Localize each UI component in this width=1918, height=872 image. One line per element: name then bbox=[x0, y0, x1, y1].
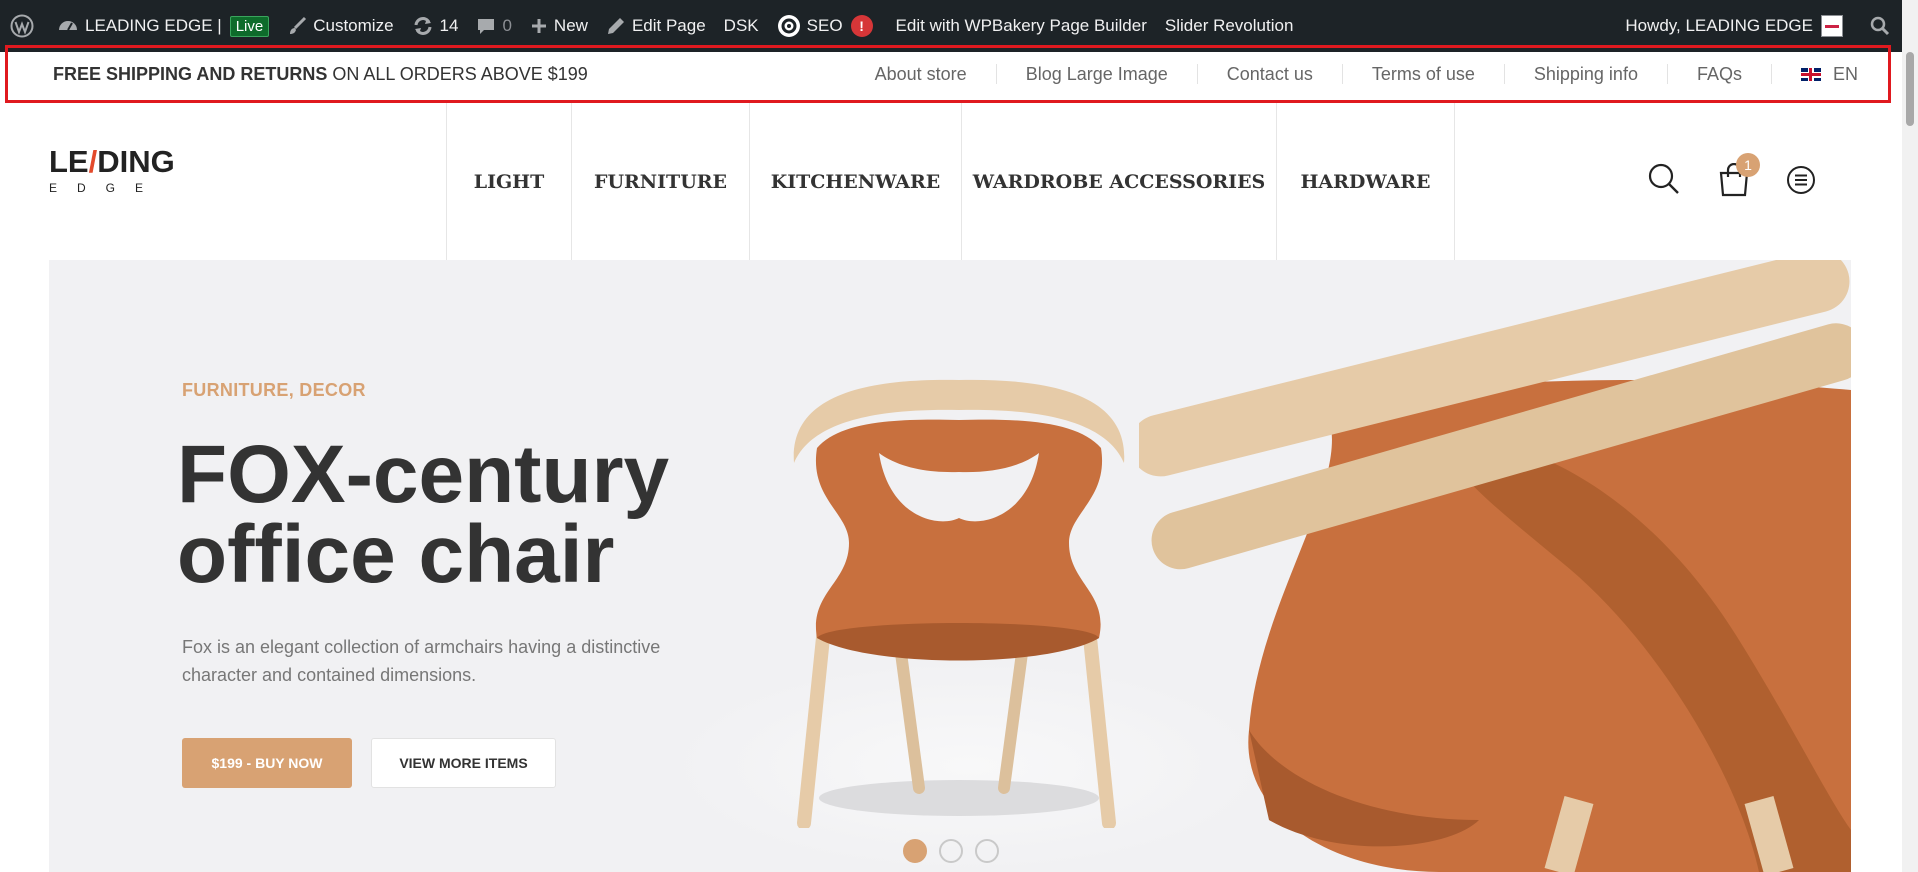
hero-title-line-2: office chair bbox=[177, 509, 615, 600]
main-navigation: LIGHT FURNITURE KITCHENWARE WARDROBE ACC… bbox=[446, 103, 1455, 260]
search-icon bbox=[1870, 16, 1890, 36]
slider-dot-2[interactable] bbox=[939, 839, 963, 863]
shipping-info-link[interactable]: Shipping info bbox=[1503, 64, 1667, 84]
promo-text: ON ALL ORDERS ABOVE $199 bbox=[327, 63, 588, 84]
live-badge: Live bbox=[229, 15, 270, 37]
slider-pagination bbox=[903, 839, 1011, 863]
seo-gear-icon bbox=[777, 15, 800, 37]
chair-image-large bbox=[1139, 260, 1851, 872]
logo-subtitle: EDGE bbox=[49, 181, 164, 195]
language-label: EN bbox=[1832, 64, 1858, 84]
seo-notification-badge: ! bbox=[850, 15, 873, 37]
updates-count: 14 bbox=[439, 16, 459, 35]
logo-wordmark: LE/DING bbox=[49, 144, 175, 179]
menu-button[interactable] bbox=[1786, 165, 1816, 200]
nav-item-furniture[interactable]: FURNITURE bbox=[571, 103, 749, 260]
avatar bbox=[1821, 15, 1843, 37]
top-info-bar: FREE SHIPPING AND RETURNS ON ALL ORDERS … bbox=[5, 45, 1891, 103]
howdy-label: Howdy, LEADING EDGE bbox=[1625, 16, 1813, 35]
slider-revolution-label: Slider Revolution bbox=[1164, 16, 1294, 35]
hero-slider: FURNITURE, DECOR FOX-century office chai… bbox=[49, 260, 1851, 872]
hero-category[interactable]: FURNITURE, DECOR bbox=[182, 380, 366, 401]
nav-item-kitchenware[interactable]: KITCHENWARE bbox=[749, 103, 961, 260]
search-icon bbox=[1648, 163, 1679, 194]
top-links: About store Blog Large Image Contact us … bbox=[846, 48, 1858, 100]
nav-item-light[interactable]: LIGHT bbox=[446, 103, 571, 260]
dashboard-icon bbox=[59, 21, 77, 31]
wpbakery-label: Edit with WPBakery Page Builder bbox=[895, 16, 1147, 35]
comment-icon bbox=[478, 19, 495, 34]
slider-dot-3[interactable] bbox=[975, 839, 999, 863]
chair-image-small bbox=[793, 379, 1125, 828]
promo-bold-text: FREE SHIPPING AND RETURNS bbox=[53, 63, 328, 84]
wordpress-icon bbox=[10, 14, 34, 38]
updates-icon bbox=[414, 17, 432, 35]
contact-us-link[interactable]: Contact us bbox=[1196, 64, 1342, 84]
terms-of-use-link[interactable]: Terms of use bbox=[1341, 64, 1504, 84]
cart-button[interactable]: 1 bbox=[1718, 153, 1760, 202]
scrollbar-thumb[interactable] bbox=[1906, 52, 1914, 126]
pencil-icon bbox=[607, 18, 624, 34]
shipping-promo: FREE SHIPPING AND RETURNS ON ALL ORDERS … bbox=[53, 64, 588, 85]
slider-dot-1[interactable] bbox=[903, 839, 927, 863]
comments-count: 0 bbox=[502, 16, 512, 35]
uk-flag-icon bbox=[1800, 68, 1821, 81]
language-switcher[interactable]: EN bbox=[1770, 64, 1858, 84]
seo-label: SEO bbox=[806, 16, 843, 35]
edit-page-label: Edit Page bbox=[631, 16, 706, 35]
site-header: LE/DING EDGE LIGHT FURNITURE KITCHENWARE… bbox=[0, 103, 1918, 260]
site-logo[interactable]: LE/DING EDGE bbox=[49, 144, 175, 195]
hero-description: Fox is an elegant collection of armchair… bbox=[182, 637, 661, 685]
customize-label: Customize bbox=[313, 16, 394, 35]
page-scrollbar[interactable] bbox=[1902, 0, 1918, 872]
cart-count-badge: 1 bbox=[1736, 153, 1760, 177]
new-label: New bbox=[553, 16, 588, 35]
plus-icon bbox=[531, 19, 546, 33]
nav-item-wardrobe-accessories[interactable]: WARDROBE ACCESSORIES bbox=[961, 103, 1276, 260]
header-search-button[interactable] bbox=[1647, 162, 1681, 201]
faqs-link[interactable]: FAQs bbox=[1666, 64, 1771, 84]
brush-icon bbox=[290, 16, 307, 34]
menu-icon bbox=[1787, 166, 1815, 194]
buy-now-button[interactable]: $199 - BUY NOW bbox=[182, 738, 352, 788]
blog-large-image-link[interactable]: Blog Large Image bbox=[995, 64, 1197, 84]
dsk-label: DSK bbox=[723, 16, 759, 35]
hero-title-line-1: FOX-century bbox=[177, 429, 670, 520]
view-more-items-button[interactable]: VIEW MORE ITEMS bbox=[371, 738, 556, 788]
about-store-link[interactable]: About store bbox=[846, 64, 996, 84]
hero-title: FOX-century office chair bbox=[177, 429, 777, 600]
site-name-label: LEADING EDGE | bbox=[85, 16, 222, 35]
nav-item-hardware[interactable]: HARDWARE bbox=[1276, 103, 1455, 260]
